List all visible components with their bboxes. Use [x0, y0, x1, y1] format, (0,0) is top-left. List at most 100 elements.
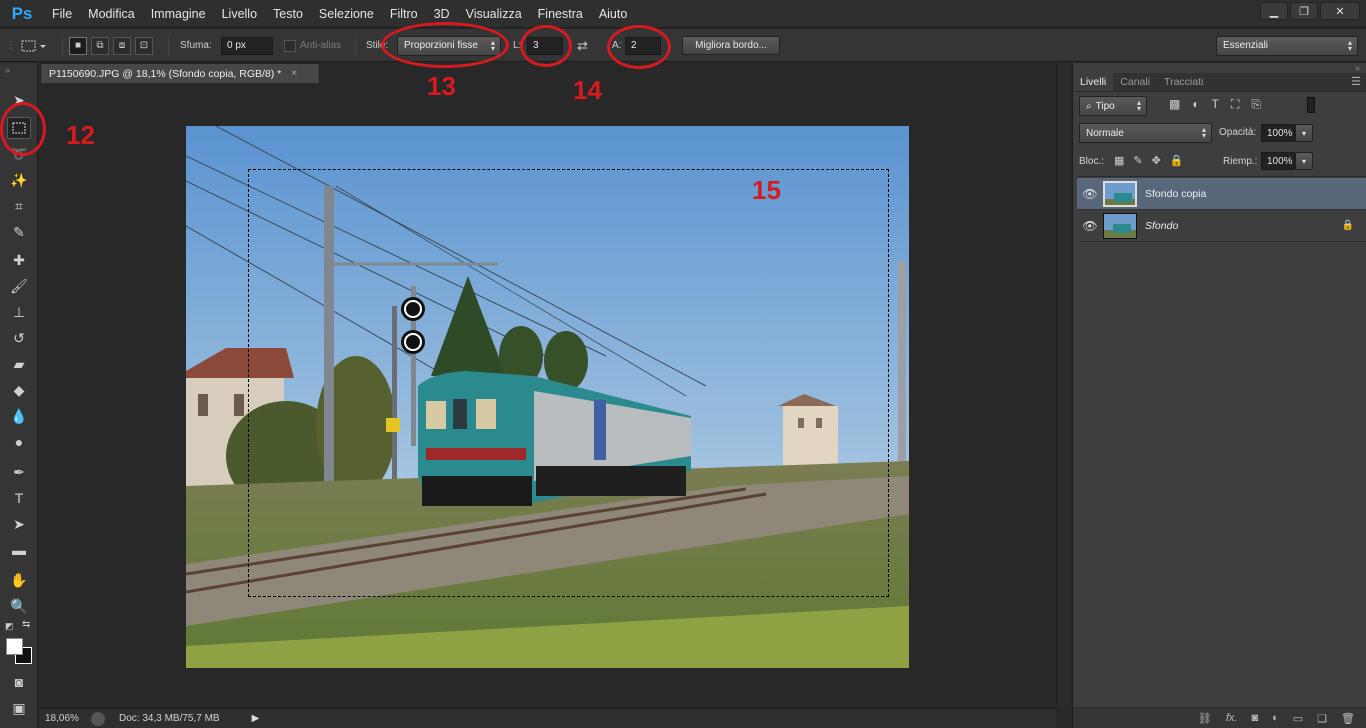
- quick-mask-icon[interactable]: ◙: [7, 671, 31, 693]
- menu-immagine[interactable]: Immagine: [143, 0, 214, 28]
- new-layer-icon[interactable]: ❏: [1317, 712, 1327, 725]
- options-grip: ⋮: [6, 40, 16, 51]
- opacity-input[interactable]: 100%: [1261, 124, 1295, 142]
- type-tool-icon[interactable]: T: [7, 487, 31, 509]
- eyedropper-tool-icon[interactable]: ✎: [7, 221, 31, 243]
- zoom-level[interactable]: 18,06%: [45, 713, 91, 724]
- status-info-icon[interactable]: [91, 711, 105, 726]
- annotation-circle-14a: [520, 25, 572, 67]
- lock-transparent-icon[interactable]: ▦: [1114, 154, 1124, 167]
- add-selection-icon[interactable]: ⧉: [91, 36, 109, 55]
- rectangle-shape-tool-icon[interactable]: ▬: [7, 539, 31, 561]
- annotation-circle-13: [381, 22, 509, 68]
- layer-row-sfondo-copia[interactable]: 👁 Sfondo copia: [1077, 178, 1366, 210]
- refine-edge-button[interactable]: Migliora bordo...: [682, 36, 780, 55]
- magic-wand-tool-icon[interactable]: ✨: [7, 169, 31, 191]
- marquee-selection[interactable]: [248, 169, 889, 597]
- mask-icon[interactable]: ◙: [1251, 712, 1258, 724]
- swap-dimensions-icon[interactable]: ⇄: [577, 29, 588, 62]
- paint-bucket-tool-icon[interactable]: ◆: [7, 379, 31, 401]
- crop-tool-icon[interactable]: ⌗: [7, 195, 31, 217]
- annotation-number-14: 14: [573, 75, 602, 105]
- screen-mode-icon[interactable]: ▣: [7, 697, 31, 719]
- brush-tool-icon[interactable]: 🖌: [7, 275, 31, 297]
- menu-modifica[interactable]: Modifica: [80, 0, 143, 28]
- clone-stamp-tool-icon[interactable]: ⊥: [7, 301, 31, 323]
- filter-shape-icon[interactable]: ⛶: [1231, 97, 1239, 112]
- blur-tool-icon[interactable]: 💧: [7, 405, 31, 427]
- panel-tabs: Livelli Canali Tracciati ☰: [1073, 72, 1366, 92]
- panel-menu-icon[interactable]: ☰: [1351, 72, 1361, 91]
- filter-type-icon[interactable]: T: [1212, 97, 1219, 112]
- blend-mode-select[interactable]: Normale ▴ ▾: [1079, 123, 1212, 143]
- restore-icon[interactable]: ❐: [1290, 2, 1318, 20]
- workspace-select[interactable]: Essenziali ▴ ▾: [1216, 35, 1358, 56]
- hand-tool-icon[interactable]: ✋: [7, 569, 31, 591]
- tab-livelli[interactable]: Livelli: [1073, 72, 1114, 91]
- tab-tracciati[interactable]: Tracciati: [1157, 72, 1210, 91]
- fill-input[interactable]: 100%: [1261, 152, 1295, 170]
- history-brush-tool-icon[interactable]: ↺: [7, 327, 31, 349]
- default-colors-icon[interactable]: ◩: [5, 621, 14, 632]
- close-icon[interactable]: ✕: [1320, 2, 1360, 20]
- swap-colors-icon[interactable]: ⇆: [22, 619, 30, 630]
- filter-smart-object-icon[interactable]: ⎘: [1251, 97, 1261, 112]
- divider: [1077, 176, 1366, 177]
- fill-dropdown-icon[interactable]: ▾: [1295, 152, 1313, 170]
- visibility-eye-icon[interactable]: 👁: [1077, 187, 1103, 201]
- link-icon[interactable]: ⛓: [1198, 712, 1212, 725]
- foreground-color-swatch[interactable]: [6, 638, 23, 655]
- feather-input[interactable]: 0 px: [221, 36, 273, 55]
- divider: [168, 35, 169, 56]
- tool-preset-picker[interactable]: [20, 29, 48, 62]
- vertical-scrollbar[interactable]: [1056, 63, 1070, 707]
- menu-file[interactable]: File: [44, 0, 80, 28]
- spinner-arrows-icon: ▴ ▾: [1201, 125, 1206, 140]
- path-selection-tool-icon[interactable]: ➤: [7, 513, 31, 535]
- filter-adjustment-icon[interactable]: ◐: [1192, 97, 1199, 112]
- menu-finestra[interactable]: Finestra: [530, 0, 591, 28]
- lock-position-icon[interactable]: ✥: [1152, 154, 1161, 167]
- healing-brush-tool-icon[interactable]: ✚: [7, 249, 31, 271]
- layer-row-sfondo[interactable]: 👁 Sfondo 🔒: [1077, 210, 1366, 242]
- zoom-tool-icon[interactable]: 🔍: [7, 595, 31, 617]
- menu-livello[interactable]: Livello: [214, 0, 265, 28]
- filter-pixel-icon[interactable]: ▩: [1169, 97, 1180, 112]
- new-selection-icon[interactable]: ■: [69, 36, 87, 55]
- opacity-dropdown-icon[interactable]: ▾: [1295, 124, 1313, 142]
- layer-lock-icon: 🔒: [1341, 220, 1354, 231]
- filter-toggle[interactable]: [1307, 97, 1315, 113]
- adjustment-icon[interactable]: ◐: [1272, 712, 1279, 724]
- intersect-selection-icon[interactable]: ⊡: [135, 36, 153, 55]
- close-document-icon[interactable]: ×: [291, 68, 297, 79]
- minimize-icon[interactable]: ▁: [1260, 2, 1288, 20]
- visibility-eye-icon[interactable]: 👁: [1077, 219, 1103, 233]
- antialias-checkbox[interactable]: [284, 39, 296, 52]
- folder-icon[interactable]: ▭: [1293, 712, 1303, 725]
- status-bar: 18,06% Doc: 34,3 MB/75,7 MB ▶: [40, 708, 1056, 728]
- trash-icon[interactable]: 🗑: [1341, 712, 1355, 725]
- subtract-selection-icon[interactable]: ⧈: [113, 36, 131, 55]
- tab-canali[interactable]: Canali: [1113, 72, 1157, 91]
- menu-selezione[interactable]: Selezione: [311, 0, 382, 28]
- annotation-number-13: 13: [427, 71, 456, 101]
- status-menu-arrow-icon[interactable]: ▶: [252, 713, 260, 724]
- eraser-tool-icon[interactable]: ▰: [7, 353, 31, 375]
- photo-canvas[interactable]: [186, 126, 909, 668]
- document-tab-title: P1150690.JPG @ 18,1% (Sfondo copia, RGB/…: [49, 67, 282, 80]
- fx-icon[interactable]: fx.: [1226, 712, 1238, 724]
- lock-image-icon[interactable]: ✎: [1133, 154, 1142, 167]
- tools-panel: » ➤ ➰ ✨ ⌗ ✎ ✚ 🖌 ⊥ ↺ ▰ ◆ 💧 ● ✒ T ➤ ▬ ✋ 🔍 …: [0, 63, 38, 728]
- options-bar: ⋮ ■ ⧉ ⧈ ⊡ Sfuma: 0 px Anti-alias Stile: …: [0, 29, 1366, 62]
- collapse-panel-icon[interactable]: »: [5, 65, 10, 75]
- lock-all-icon[interactable]: 🔒: [1170, 154, 1184, 167]
- layer-name: Sfondo copia: [1145, 187, 1207, 200]
- menu-aiuto[interactable]: Aiuto: [591, 0, 636, 28]
- dodge-tool-icon[interactable]: ●: [7, 431, 31, 453]
- document-tab[interactable]: P1150690.JPG @ 18,1% (Sfondo copia, RGB/…: [40, 63, 320, 83]
- layer-filter-select[interactable]: ⌕ Tipo ▴ ▾: [1079, 96, 1147, 116]
- menu-testo[interactable]: Testo: [265, 0, 311, 28]
- ps-logo: Ps: [11, 3, 33, 23]
- feather-label: Sfuma:: [180, 40, 212, 51]
- pen-tool-icon[interactable]: ✒: [7, 461, 31, 483]
